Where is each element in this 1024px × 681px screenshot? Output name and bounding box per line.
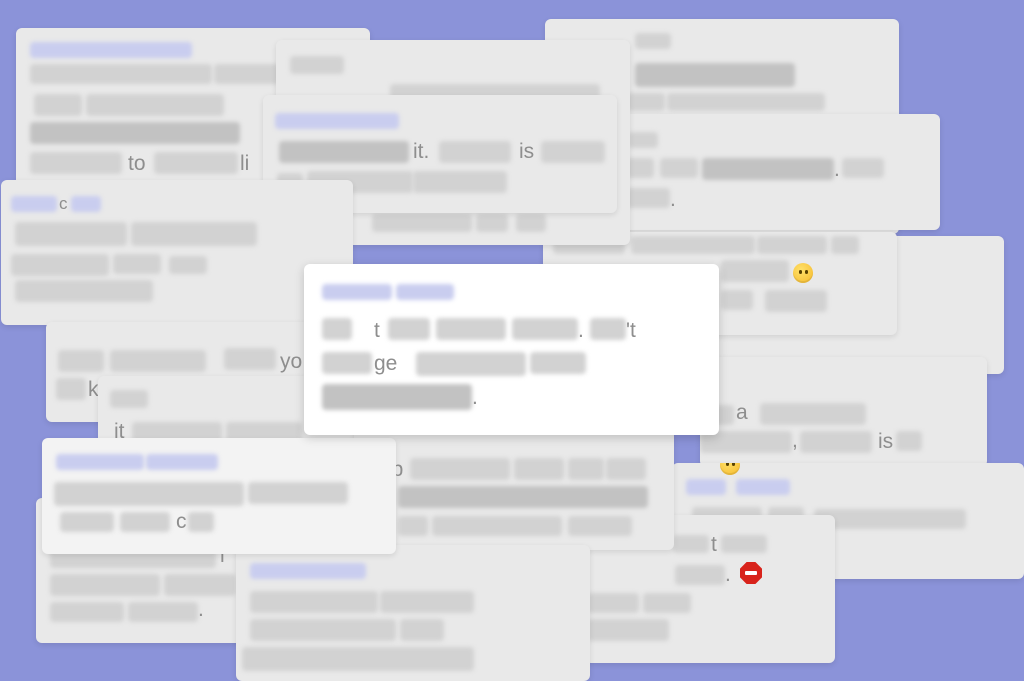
text-fragment: a: [736, 401, 748, 424]
blurred-message-card: c: [42, 438, 396, 554]
text-fragment: it.: [413, 140, 430, 163]
stop-sign-emoji-icon: [740, 562, 762, 584]
text-fragment: .: [725, 563, 731, 586]
text-fragment: .: [198, 598, 204, 621]
text-fragment: c: [59, 194, 68, 213]
text-fragment: li: [240, 152, 250, 175]
blurred-message-card: c: [1, 180, 353, 325]
text-fragment: is: [519, 140, 535, 163]
text-fragment: to: [128, 152, 146, 175]
text-fragment: 't: [626, 319, 636, 342]
text-fragment: t: [711, 533, 717, 556]
blurred-message-card: up: [354, 430, 674, 550]
text-fragment: .: [472, 386, 478, 409]
text-fragment: ge: [374, 352, 398, 375]
face-emoji-icon: [793, 263, 813, 283]
blurred-message-card: a , is: [700, 357, 987, 467]
text-fragment: yo: [280, 350, 303, 373]
blurred-message-card: . .: [610, 114, 940, 230]
blurred-message-card: [236, 545, 590, 681]
text-fragment: k: [88, 378, 99, 401]
text-fragment: .: [670, 188, 676, 211]
face-emoji-icon: [720, 463, 740, 475]
focused-message-card[interactable]: t . 't ge .: [304, 264, 719, 435]
text-fragment: .: [834, 158, 840, 181]
text-fragment: t: [374, 319, 380, 342]
text-fragment: ,: [792, 429, 798, 452]
text-fragment: c: [176, 510, 187, 533]
text-fragment: is: [878, 430, 894, 453]
text-fragment: .: [578, 319, 584, 342]
